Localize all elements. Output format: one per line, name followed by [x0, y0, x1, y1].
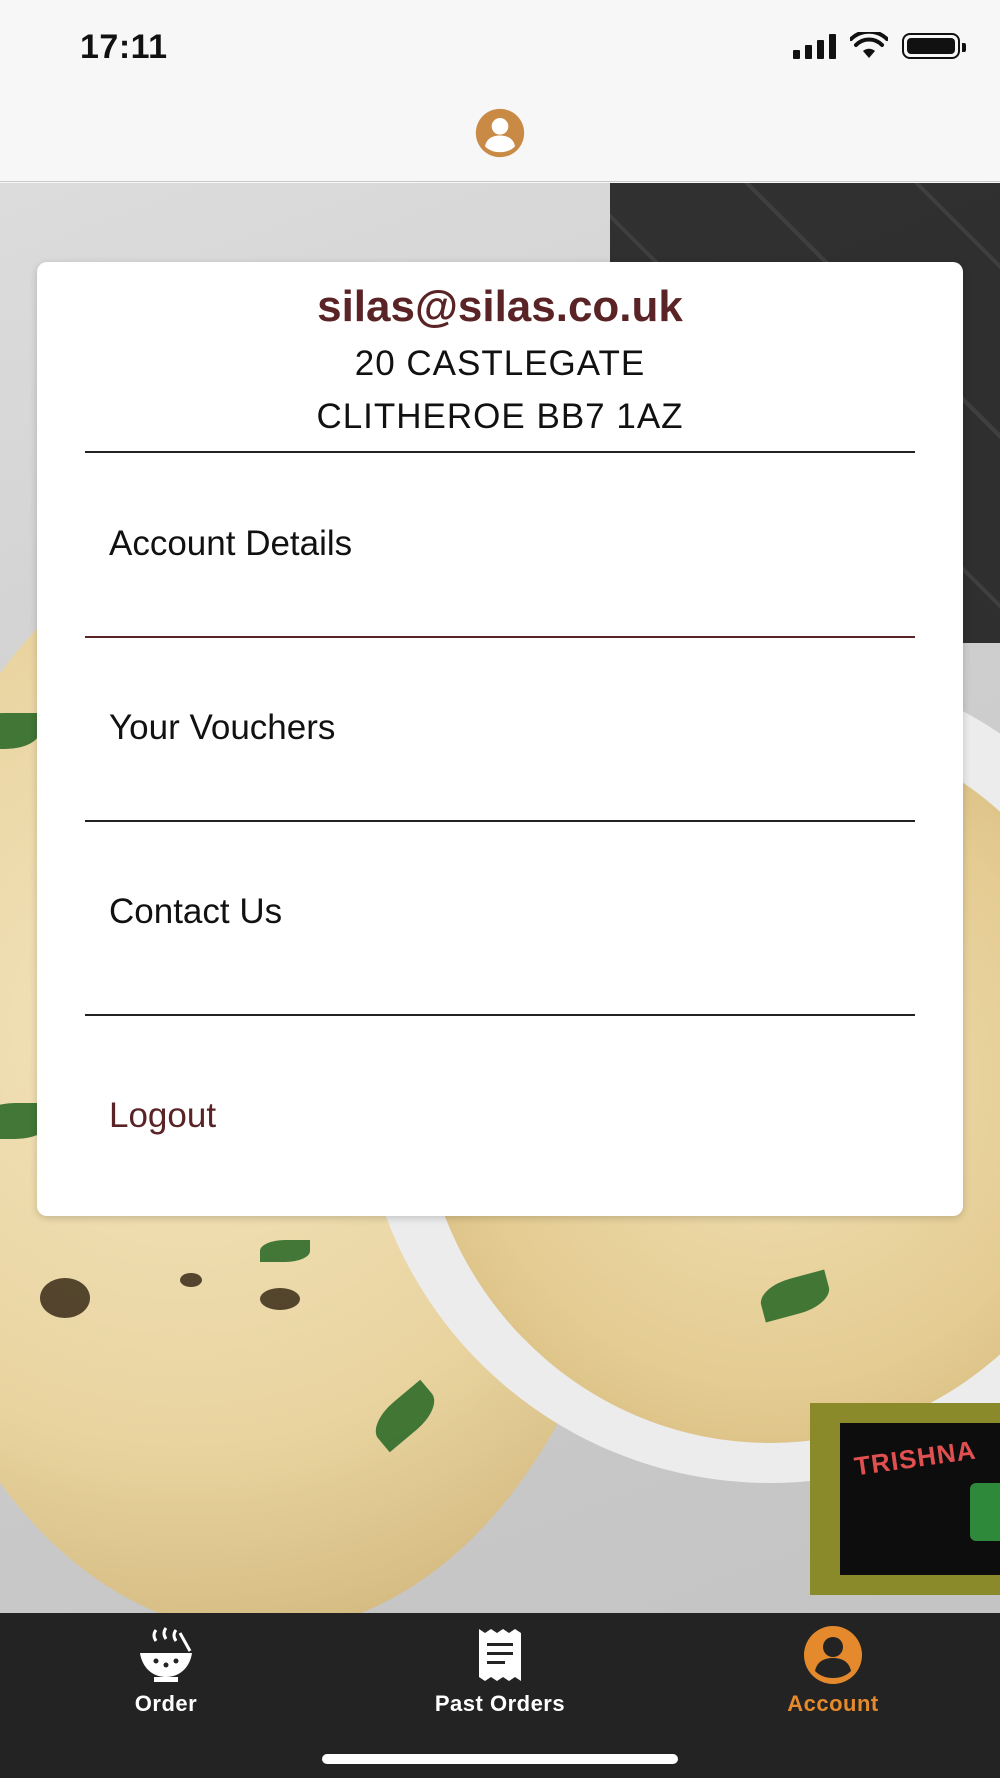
- home-indicator[interactable]: [322, 1754, 678, 1764]
- app-header: [0, 96, 1000, 182]
- tab-bar: Order Past Orders Account: [0, 1613, 1000, 1778]
- tab-past-orders[interactable]: Past Orders: [400, 1625, 600, 1717]
- status-icons: [793, 32, 966, 60]
- address-line-1: 20 CASTLEGATE: [354, 344, 646, 383]
- promo-badge[interactable]: TRISHNA: [810, 1403, 1000, 1595]
- divider: [85, 1014, 915, 1016]
- wifi-icon: [850, 32, 888, 58]
- tab-label: Past Orders: [434, 1691, 566, 1716]
- menu-item-your-vouchers[interactable]: Your Vouchers: [109, 708, 335, 748]
- signal-icon: [793, 33, 836, 59]
- account-card: silas@silas.co.uk 20 CASTLEGATE CLITHERO…: [37, 262, 963, 1216]
- promo-logo: TRISHNA: [852, 1434, 978, 1482]
- receipt-icon: [479, 1629, 521, 1681]
- logout-button[interactable]: Logout: [109, 1096, 216, 1136]
- divider: [85, 820, 915, 822]
- battery-icon: [902, 33, 966, 59]
- address-line-2: CLITHEROE BB7 1AZ: [316, 397, 684, 436]
- food-bowl-icon: [140, 1627, 192, 1682]
- status-bar: 17:11: [0, 0, 1000, 96]
- user-avatar-icon: [804, 1626, 862, 1684]
- divider: [85, 636, 915, 638]
- menu-item-contact-us[interactable]: Contact Us: [109, 892, 282, 932]
- tab-order[interactable]: Order: [66, 1625, 266, 1717]
- tab-label: Order: [134, 1691, 198, 1716]
- user-avatar-icon[interactable]: [470, 108, 530, 158]
- menu-item-account-details[interactable]: Account Details: [109, 524, 352, 564]
- tab-account[interactable]: Account: [733, 1625, 933, 1717]
- tab-label: Account: [787, 1691, 879, 1716]
- status-time: 17:11: [80, 28, 168, 66]
- account-email: silas@silas.co.uk: [317, 282, 683, 331]
- divider: [85, 451, 915, 453]
